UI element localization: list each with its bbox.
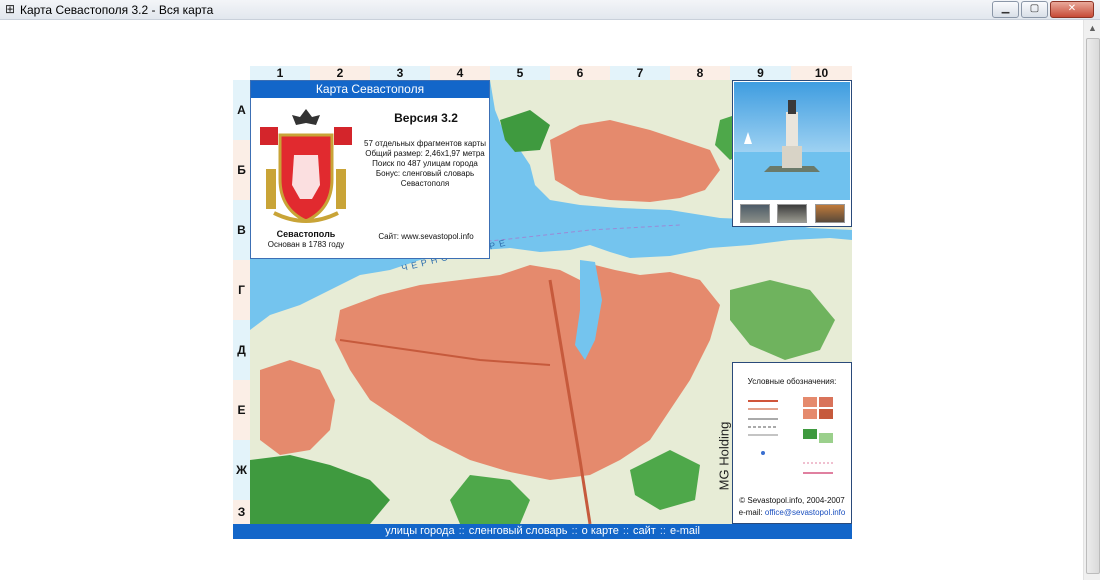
row-header[interactable]: Е: [233, 380, 250, 440]
nav-separator: ::: [659, 525, 666, 537]
panel-title: Карта Севастополя: [251, 81, 489, 98]
copyright-text: © Sevastopol.info, 2004-2007: [739, 496, 845, 505]
row-header[interactable]: А: [233, 80, 250, 140]
city-name: Севастополь: [276, 229, 336, 239]
column-header[interactable]: 6: [550, 66, 610, 80]
row-header[interactable]: Б: [233, 140, 250, 200]
window-controls: ▁ ▢ ✕: [990, 1, 1094, 18]
grid-app-icon[interactable]: ⊞: [3, 2, 17, 16]
email-link[interactable]: office@sevastopol.info: [765, 508, 845, 517]
nav-separator: ::: [571, 525, 578, 537]
column-header[interactable]: 2: [310, 66, 370, 80]
column-header[interactable]: 7: [610, 66, 670, 80]
legend-panel: Условные обозначения: © Sevastopol.info,…: [732, 362, 852, 524]
photo-thumbnail[interactable]: [815, 204, 845, 223]
info-line: 57 отдельных фрагментов карты: [364, 139, 486, 148]
nav-site-link[interactable]: сайт: [633, 525, 656, 537]
contact-email: e-mail: office@sevastopol.info: [733, 508, 851, 517]
photo-thumbnail[interactable]: [740, 204, 770, 223]
minimize-button[interactable]: ▁: [992, 1, 1019, 18]
info-line: Поиск по 487 улицам города: [372, 159, 478, 168]
brand-text: MG Holding: [716, 421, 732, 491]
vertical-scrollbar[interactable]: ▲: [1083, 20, 1100, 580]
monument-icon: [734, 100, 850, 200]
row-header[interactable]: В: [233, 200, 250, 260]
window-titlebar: ⊞ Карта Севастополя 3.2 - Вся карта ▁ ▢ …: [0, 0, 1100, 20]
info-line: Бонус: сленговый словарь: [375, 169, 475, 178]
city-founded: Основан в 1783 году: [267, 240, 345, 249]
scrollbar-thumb[interactable]: [1086, 38, 1100, 574]
bottom-navigation: улицы города:: сленговый словарь:: о карте…: [233, 524, 852, 539]
map-container: 1 2 3 4 5 6 7 8 9 10 А Б В Г Д Е Ж З ЧЕР…: [233, 66, 852, 539]
legend-title: Условные обозначения:: [747, 377, 837, 386]
legend-symbols-icon: [748, 397, 833, 474]
info-line: Общий размер: 2,46х1,97 метра: [365, 149, 485, 158]
nav-separator: ::: [622, 525, 630, 537]
nav-about-map-link[interactable]: о карте: [582, 525, 619, 537]
info-panel: Карта Севастополя Севастополь Основан в …: [250, 80, 490, 259]
monument-photo[interactable]: [734, 82, 850, 200]
column-header[interactable]: 4: [430, 66, 490, 80]
column-header[interactable]: 9: [730, 66, 791, 80]
maximize-button[interactable]: ▢: [1021, 1, 1048, 18]
column-header[interactable]: 10: [791, 66, 852, 80]
email-label: e-mail:: [738, 508, 763, 517]
window-title: Карта Севастополя 3.2 - Вся карта: [20, 3, 214, 17]
column-header[interactable]: 8: [670, 66, 730, 80]
info-line: Севастополя: [400, 179, 450, 188]
nav-streets-link[interactable]: улицы города: [385, 525, 455, 537]
nav-email-link[interactable]: e-mail: [670, 525, 700, 537]
nav-separator: ::: [458, 525, 465, 537]
row-header[interactable]: Д: [233, 320, 250, 380]
column-header[interactable]: 1: [250, 66, 310, 80]
photo-panel: [732, 80, 852, 227]
column-header[interactable]: 3: [370, 66, 430, 80]
info-lines: 57 отдельных фрагментов карты Общий разм…: [359, 139, 491, 189]
nav-slang-dictionary-link[interactable]: сленговый словарь: [469, 525, 568, 537]
column-header[interactable]: 5: [490, 66, 550, 80]
row-header[interactable]: Ж: [233, 440, 250, 500]
row-header[interactable]: З: [233, 500, 250, 524]
brand-label: MG Holding: [716, 396, 732, 516]
site-link[interactable]: Сайт: www.sevastopol.info: [363, 232, 489, 241]
close-button[interactable]: ✕: [1050, 1, 1094, 18]
coat-of-arms-icon: [260, 109, 352, 223]
scroll-up-arrow-icon[interactable]: ▲: [1084, 20, 1100, 37]
row-header[interactable]: Г: [233, 260, 250, 320]
photo-thumbnail[interactable]: [777, 204, 807, 223]
version-label: Версия 3.2: [394, 111, 458, 125]
